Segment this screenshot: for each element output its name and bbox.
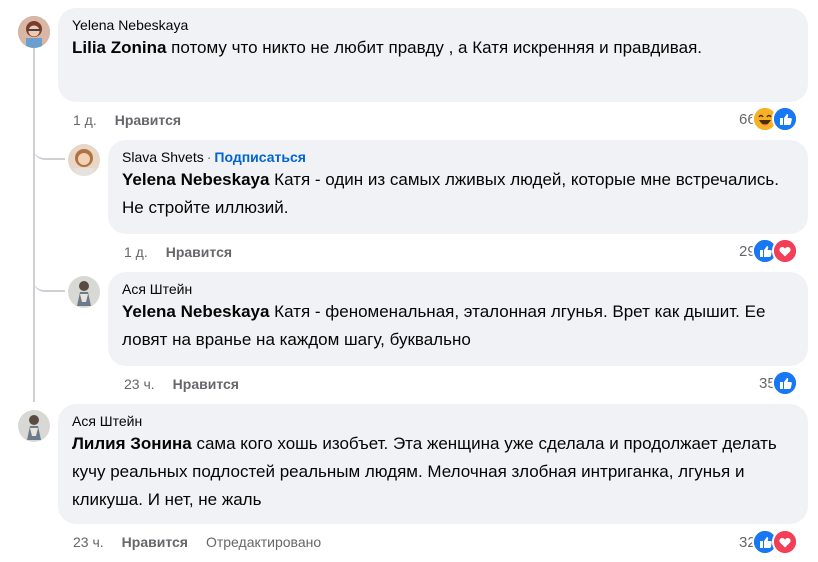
mention-link[interactable]: Yelena Nebeskaya	[122, 170, 269, 189]
avatar[interactable]	[68, 276, 100, 308]
comment-text: Lilia Zonina потому что никто не любит п…	[72, 34, 794, 62]
comment-meta: 1 д. Нравится	[73, 111, 181, 129]
thread-line	[33, 48, 35, 402]
avatar[interactable]	[18, 16, 50, 48]
comment-text: Yelena Nebeskaya Катя - феноменальная, э…	[122, 298, 794, 354]
comment-author[interactable]: Yelena Nebeskaya	[72, 16, 794, 34]
comment-text: Лилия Зонина сама кого хошь изобъет. Эта…	[72, 430, 794, 514]
comment-author-line: Slava Shvets · Подписаться	[122, 148, 794, 166]
follow-button[interactable]: Подписаться	[214, 149, 306, 165]
comment-bubble: Yelena Nebeskaya Lilia Zonina потому что…	[58, 8, 808, 102]
reaction-summary[interactable]: 29	[739, 238, 798, 264]
timestamp[interactable]: 23 ч.	[124, 376, 155, 392]
thread-connector	[33, 128, 65, 160]
avatar[interactable]	[18, 410, 50, 442]
reaction-summary[interactable]: 32	[739, 529, 798, 555]
comment-author[interactable]: Slava Shvets	[122, 149, 204, 165]
like-button[interactable]: Нравится	[122, 534, 188, 550]
comment-bubble: Ася Штейн Yelena Nebeskaya Катя - феноме…	[108, 272, 808, 366]
mention-link[interactable]: Лилия Зонина	[72, 434, 192, 453]
like-icon	[771, 106, 798, 132]
timestamp[interactable]: 1 д.	[73, 112, 97, 128]
comment-author[interactable]: Ася Штейн	[72, 412, 794, 430]
reaction-summary[interactable]: 35	[759, 370, 798, 396]
timestamp[interactable]: 23 ч.	[73, 534, 104, 550]
comment-meta: 1 д. Нравится	[124, 243, 232, 261]
love-icon	[771, 238, 798, 264]
comment-body: потому что никто не любит правду , а Кат…	[166, 38, 702, 57]
mention-link[interactable]: Yelena Nebeskaya	[122, 302, 269, 321]
avatar[interactable]	[68, 144, 100, 176]
like-icon	[771, 370, 798, 396]
comment-text: Yelena Nebeskaya Катя - один из самых лж…	[122, 166, 794, 222]
comment-meta: 23 ч. Нравится	[124, 375, 239, 393]
comment-meta: 23 ч. Нравится Отредактировано	[73, 533, 321, 551]
like-button[interactable]: Нравится	[173, 376, 239, 392]
edited-label[interactable]: Отредактировано	[206, 534, 321, 550]
reaction-summary[interactable]: 66	[739, 106, 798, 132]
comment-bubble: Ася Штейн Лилия Зонина сама кого хошь из…	[58, 404, 808, 524]
thread-connector	[33, 260, 65, 292]
like-button[interactable]: Нравится	[115, 112, 181, 128]
like-button[interactable]: Нравится	[166, 244, 232, 260]
separator-dot: ·	[206, 149, 212, 165]
comment-author[interactable]: Ася Штейн	[122, 280, 794, 298]
comment-bubble: Slava Shvets · Подписаться Yelena Nebeskay…	[108, 140, 808, 234]
timestamp[interactable]: 1 д.	[124, 244, 148, 260]
mention-link[interactable]: Lilia Zonina	[72, 38, 166, 57]
love-icon	[771, 529, 798, 555]
